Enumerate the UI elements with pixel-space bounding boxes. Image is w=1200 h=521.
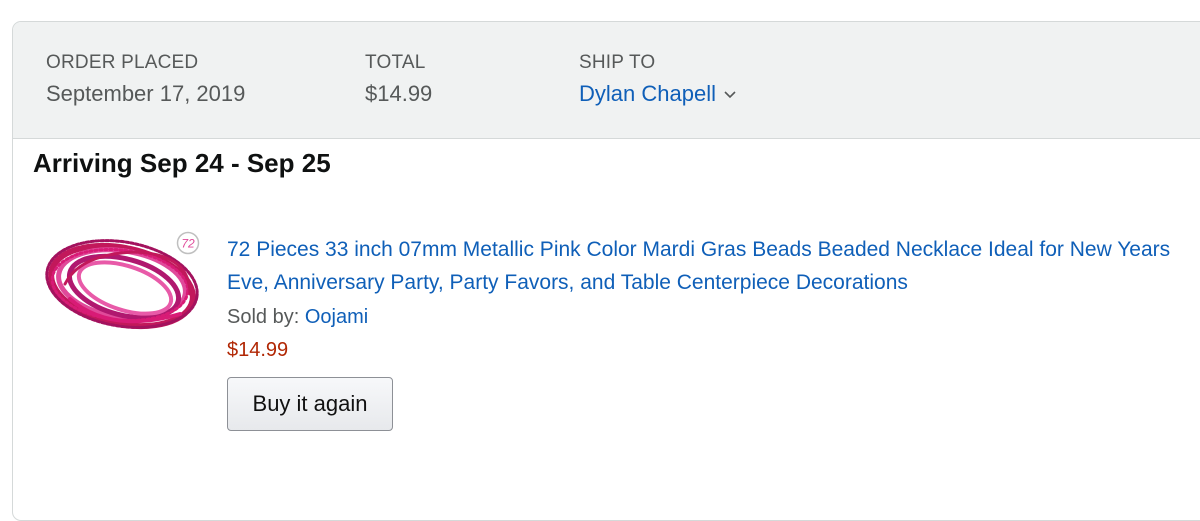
ship-to-section: SHIP TO Dylan Chapell — [579, 51, 736, 109]
ship-to-name: Dylan Chapell — [579, 81, 716, 106]
sold-by-label: Sold by: — [227, 306, 305, 328]
order-total-value: $14.99 — [365, 81, 433, 106]
order-total-label: TOTAL — [365, 52, 426, 73]
order-placed-label: ORDER PLACED — [46, 52, 199, 73]
order-placed-date: September 17, 2019 — [46, 81, 246, 106]
order-placed-section: ORDER PLACED September 17, 2019 — [46, 51, 245, 109]
ship-to-recipient-link[interactable]: Dylan Chapell — [579, 79, 736, 109]
quantity-badge: 72 — [176, 231, 200, 255]
product-info: 72 Pieces 33 inch 07mm Metallic Pink Col… — [227, 233, 1187, 431]
product-title-link[interactable]: 72 Pieces 33 inch 07mm Metallic Pink Col… — [227, 233, 1187, 299]
order-total-section: TOTAL $14.99 — [365, 51, 432, 109]
seller-link[interactable]: Oojami — [305, 306, 368, 328]
quantity-badge-text: 72 — [181, 237, 195, 251]
ship-to-label: SHIP TO — [579, 52, 656, 73]
buy-it-again-button[interactable]: Buy it again — [227, 377, 393, 431]
item-price: $14.99 — [227, 339, 289, 361]
order-header: ORDER PLACED September 17, 2019 TOTAL $1… — [13, 22, 1200, 139]
chevron-down-icon — [724, 77, 736, 107]
delivery-status-heading: Arriving Sep 24 - Sep 25 — [33, 148, 331, 178]
sold-by: Sold by: Oojami — [227, 303, 1187, 331]
